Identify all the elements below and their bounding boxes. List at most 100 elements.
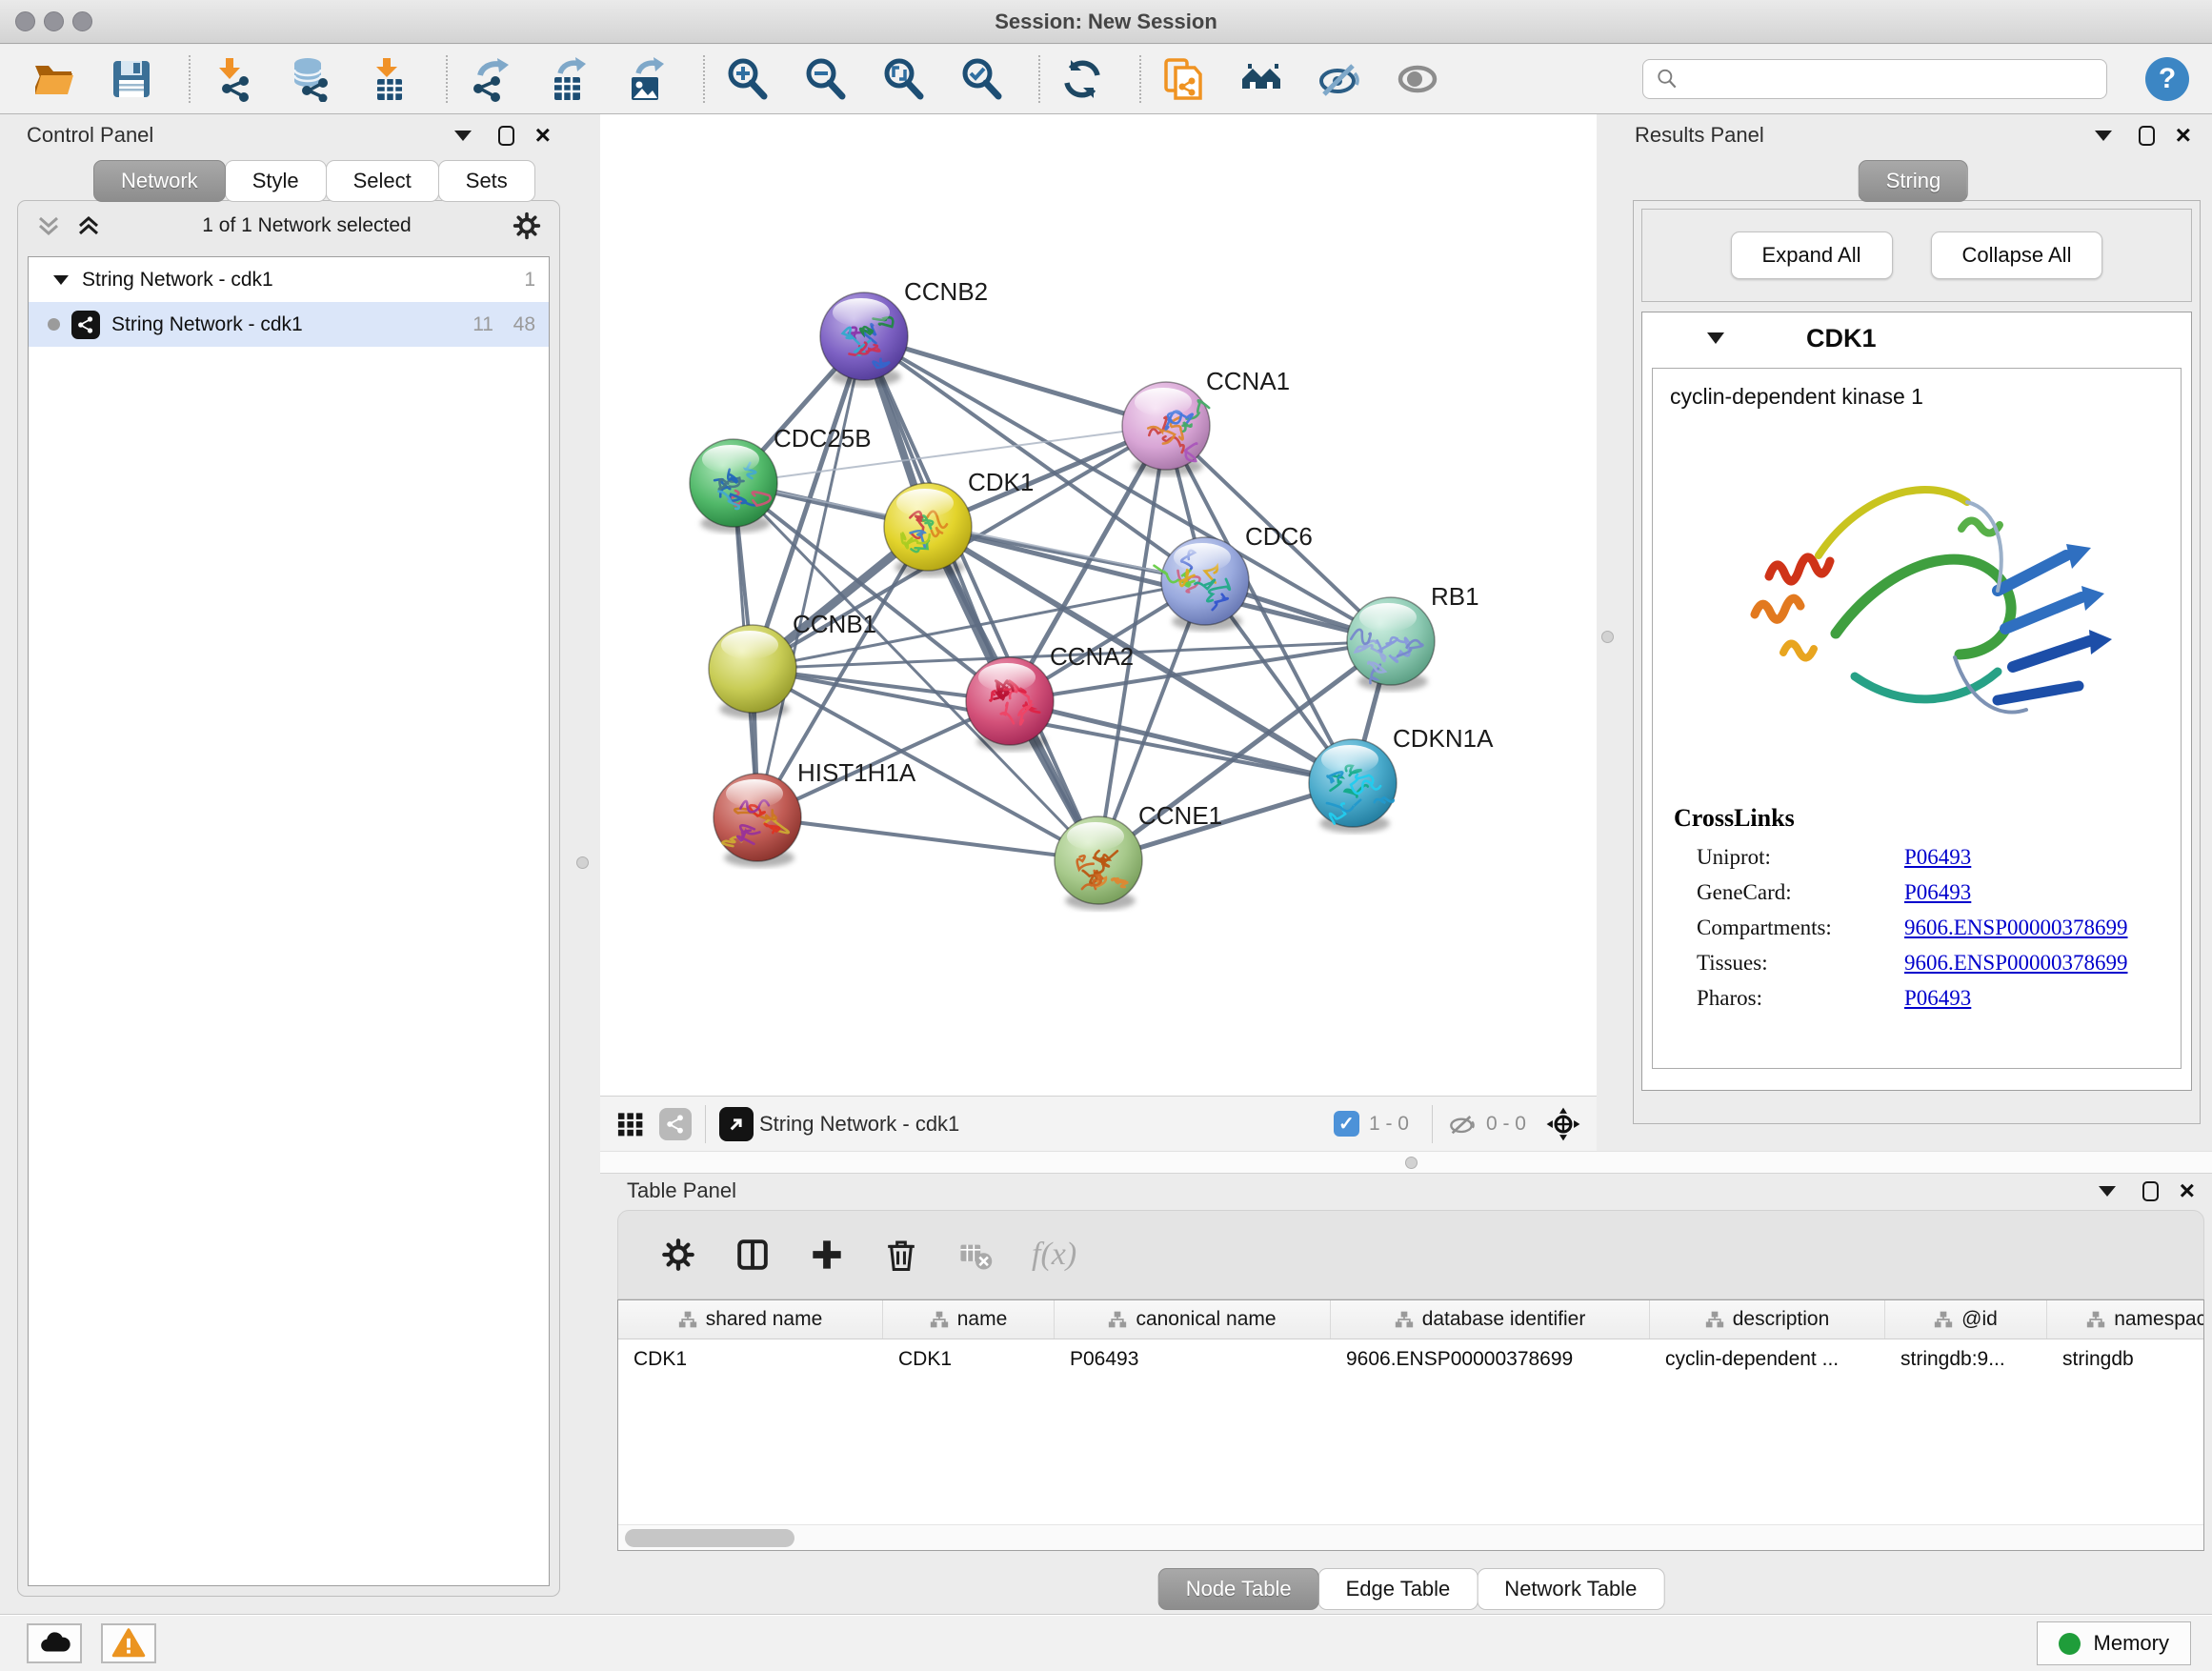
cell-canonical-name[interactable]: P06493 xyxy=(1055,1339,1331,1379)
network-view-title: String Network - cdk1 xyxy=(759,1112,959,1137)
network-graph[interactable]: CCNB2CCNA1CDC25BCDK1CDC6RB1CCNB1CCNA2CDK… xyxy=(600,114,1597,1096)
svg-text:CCNA1: CCNA1 xyxy=(1206,367,1290,395)
control-panel-tabs: Network Style Select Sets xyxy=(93,160,534,202)
delete-column-icon[interactable] xyxy=(883,1237,919,1273)
tab-string[interactable]: String xyxy=(1859,160,1968,202)
table-row[interactable]: CDK1 CDK1 P06493 9606.ENSP00000378699 cy… xyxy=(618,1339,2203,1379)
selected-checkbox-icon[interactable]: ✓ xyxy=(1334,1111,1359,1137)
gene-section-header[interactable]: CDK1 xyxy=(1642,312,2191,364)
tab-style[interactable]: Style xyxy=(225,160,327,202)
warning-status-button[interactable] xyxy=(101,1623,156,1663)
export-table-icon[interactable] xyxy=(543,54,593,104)
crosslink-link[interactable]: 9606.ENSP00000378699 xyxy=(1904,916,2128,940)
network-badge-icon[interactable] xyxy=(659,1108,692,1140)
table-panel-title: Table Panel xyxy=(627,1178,736,1203)
crosslink-link[interactable]: P06493 xyxy=(1904,845,1971,870)
search-box[interactable] xyxy=(1642,59,2107,99)
first-neighbors-icon[interactable] xyxy=(1237,54,1286,104)
cell-name[interactable]: CDK1 xyxy=(883,1339,1055,1379)
hide-selected-eye-icon[interactable] xyxy=(1315,54,1364,104)
collapse-all-button[interactable]: Collapse All xyxy=(1931,232,2103,279)
network-row-selected[interactable]: String Network - cdk1 11 48 xyxy=(29,302,549,347)
grid-view-icon[interactable] xyxy=(615,1109,646,1139)
tab-node-table[interactable]: Node Table xyxy=(1158,1568,1319,1610)
cell-id[interactable]: stringdb:9... xyxy=(1885,1339,2047,1379)
svg-text:CCNB2: CCNB2 xyxy=(904,277,988,306)
import-network-database-icon[interactable] xyxy=(286,54,335,104)
crosslink-link[interactable]: P06493 xyxy=(1904,880,1971,905)
panel-float-icon[interactable] xyxy=(2139,126,2155,146)
import-network-file-icon[interactable] xyxy=(208,54,257,104)
right-splitter-handle[interactable] xyxy=(1601,631,1614,643)
export-image-icon[interactable] xyxy=(621,54,671,104)
column-header[interactable]: name xyxy=(883,1300,1055,1339)
memory-button[interactable]: Memory xyxy=(2037,1621,2191,1665)
column-header[interactable]: canonical name xyxy=(1055,1300,1331,1339)
node-details-panel: CDK1 cyclin-dependent kinase 1 xyxy=(1641,312,2192,1091)
clone-network-icon[interactable] xyxy=(1158,54,1208,104)
toolbar-separator xyxy=(1139,55,1141,103)
cell-shared-name[interactable]: CDK1 xyxy=(618,1339,883,1379)
splitter-handle[interactable] xyxy=(1405,1157,1418,1169)
export-network-icon[interactable] xyxy=(465,54,514,104)
network-collection-row[interactable]: String Network - cdk1 1 xyxy=(29,257,549,302)
table-tabs: Node Table Edge Table Network Table xyxy=(1158,1568,1664,1610)
panel-float-icon[interactable] xyxy=(498,126,514,146)
string-results-container: Expand All Collapse All CDK1 cyclin-depe… xyxy=(1633,200,2201,1124)
crosslink-link[interactable]: 9606.ENSP00000378699 xyxy=(1904,951,2128,976)
column-header[interactable]: @id xyxy=(1885,1300,2047,1339)
open-in-new-window-icon[interactable] xyxy=(719,1107,754,1141)
crosslink-row: Pharos: P06493 xyxy=(1653,976,2181,1011)
collection-expand-icon[interactable] xyxy=(53,275,69,285)
tab-select[interactable]: Select xyxy=(326,160,439,202)
horizontal-scrollbar[interactable] xyxy=(618,1524,2203,1550)
import-table-file-icon[interactable] xyxy=(364,54,413,104)
expand-all-button[interactable]: Expand All xyxy=(1731,232,1893,279)
network-status-dot xyxy=(48,318,60,331)
search-input[interactable] xyxy=(1687,68,2095,91)
cloud-status-button[interactable] xyxy=(27,1623,82,1663)
left-splitter-handle[interactable] xyxy=(576,856,589,869)
panel-close-icon[interactable]: × xyxy=(2180,1181,2195,1200)
birds-eye-view-icon[interactable] xyxy=(1545,1106,1581,1142)
add-column-icon[interactable] xyxy=(809,1237,845,1273)
panel-close-icon[interactable]: × xyxy=(535,126,551,145)
gear-icon[interactable] xyxy=(512,211,542,241)
collapse-all-icon[interactable] xyxy=(35,212,62,239)
panel-close-icon[interactable]: × xyxy=(2176,126,2191,145)
expand-all-icon[interactable] xyxy=(75,212,102,239)
open-file-icon[interactable] xyxy=(29,54,78,104)
column-header[interactable]: database identifier xyxy=(1331,1300,1650,1339)
show-columns-icon[interactable] xyxy=(734,1237,771,1273)
zoom-out-icon[interactable] xyxy=(800,54,850,104)
column-header[interactable]: shared name xyxy=(618,1300,883,1339)
zoom-in-icon[interactable] xyxy=(722,54,772,104)
tab-network[interactable]: Network xyxy=(93,160,226,202)
horizontal-splitter[interactable] xyxy=(600,1151,2212,1174)
crosslink-link[interactable]: P06493 xyxy=(1904,986,1971,1011)
section-expand-icon[interactable] xyxy=(1707,332,1724,344)
panel-collapse-icon[interactable] xyxy=(454,131,472,141)
column-type-icon xyxy=(1395,1310,1414,1329)
zoom-fit-icon[interactable] xyxy=(878,54,928,104)
panel-float-icon[interactable] xyxy=(2142,1181,2159,1201)
tab-network-table[interactable]: Network Table xyxy=(1477,1568,1664,1610)
tab-edge-table[interactable]: Edge Table xyxy=(1318,1568,1478,1610)
show-all-eye-icon[interactable] xyxy=(1393,54,1442,104)
help-button[interactable]: ? xyxy=(2145,57,2189,101)
column-header[interactable]: namespace xyxy=(2047,1300,2204,1339)
table-settings-gear-icon[interactable] xyxy=(660,1237,696,1273)
save-session-icon[interactable] xyxy=(107,54,156,104)
cell-namespace[interactable]: stringdb xyxy=(2047,1339,2204,1379)
cell-database-identifier[interactable]: 9606.ENSP00000378699 xyxy=(1331,1339,1650,1379)
cell-description[interactable]: cyclin-dependent ... xyxy=(1650,1339,1885,1379)
zoom-selected-icon[interactable] xyxy=(956,54,1006,104)
refresh-layout-icon[interactable] xyxy=(1057,54,1107,104)
panel-collapse-icon[interactable] xyxy=(2095,131,2112,141)
panel-collapse-icon[interactable] xyxy=(2099,1186,2116,1197)
node-table[interactable]: shared name name canonical name database… xyxy=(617,1299,2204,1551)
scrollbar-thumb[interactable] xyxy=(625,1529,794,1547)
column-header[interactable]: description xyxy=(1650,1300,1885,1339)
tab-sets[interactable]: Sets xyxy=(438,160,535,202)
network-view-canvas[interactable]: CCNB2CCNA1CDC25BCDK1CDC6RB1CCNB1CCNA2CDK… xyxy=(600,114,1597,1096)
